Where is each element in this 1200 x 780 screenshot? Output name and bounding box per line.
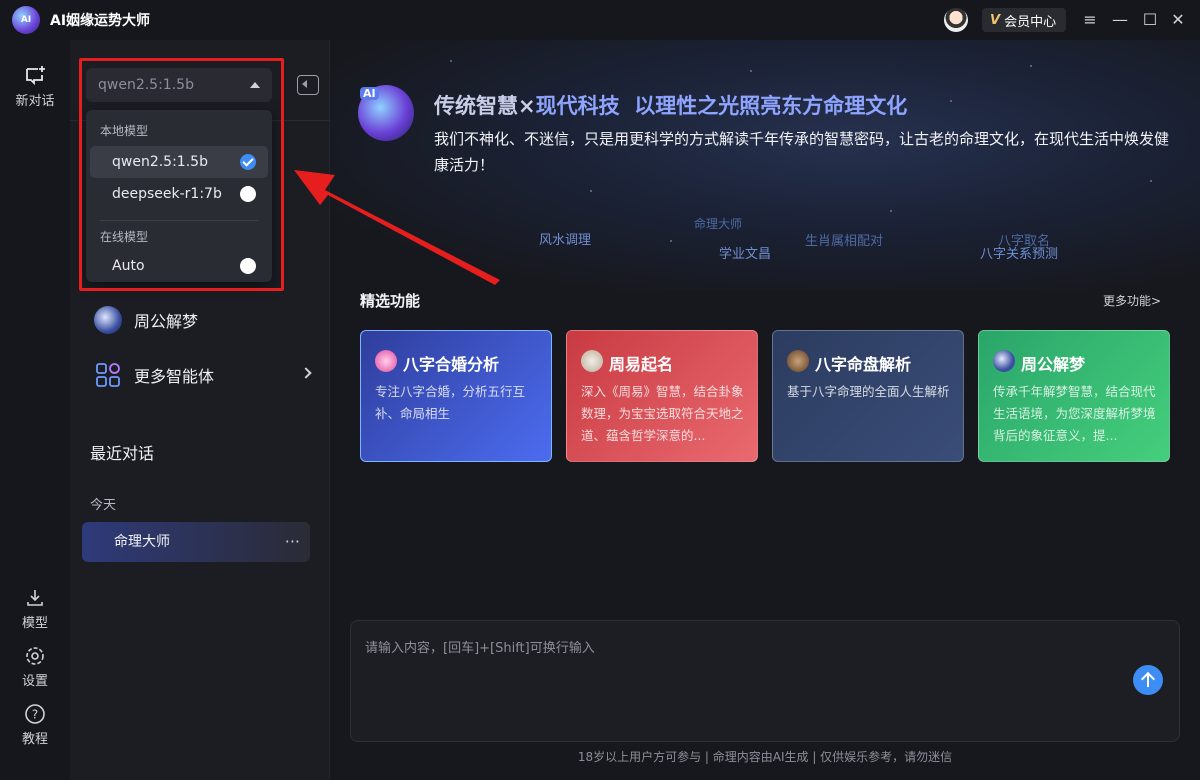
- hero-title: 传统智慧×现代科技 以理性之光照亮东方命理文化: [434, 90, 907, 120]
- features-title: 精选功能: [360, 292, 421, 310]
- chat-item-label: 命理大师: [114, 534, 170, 550]
- highlight-box: [79, 58, 284, 291]
- annotation-arrow-icon: [294, 170, 500, 285]
- hero-description: 我们不神化、不迷信，只是用更科学的方式解读千年传承的智慧密码，让古老的命理文化，…: [434, 130, 1170, 174]
- svg-text:?: ?: [32, 708, 38, 722]
- recent-chats-title: 最近对话: [90, 444, 155, 463]
- chat-input[interactable]: [365, 635, 1105, 661]
- feature-card-desc: 专注八字合婚，分析五行互补、命局相生: [375, 384, 526, 421]
- today-label: 今天: [90, 498, 117, 513]
- more-icon[interactable]: ···: [285, 522, 300, 562]
- minimize-icon[interactable]: —: [1110, 10, 1130, 30]
- apps-icon: [96, 363, 120, 387]
- sidebar-link-dream[interactable]: 周公解梦: [94, 305, 314, 335]
- close-icon[interactable]: ✕: [1168, 10, 1188, 30]
- vip-center-label: 会员中心: [1004, 14, 1057, 30]
- settings-nav-label: 设置: [21, 674, 48, 689]
- feature-card-naming[interactable]: 周易起名 深入《周易》智慧，结合卦象数理，为宝宝选取符合天地之道、蕴含哲学深意的…: [566, 330, 758, 462]
- hero-tag: 生肖属相配对: [805, 234, 884, 249]
- feature-card-marriage[interactable]: 八字合婚分析 专注八字合婚，分析五行互补、命局相生: [360, 330, 552, 462]
- sidebar-link-label: 周公解梦: [134, 312, 199, 331]
- feature-card-title: 八字合婚分析: [403, 355, 500, 374]
- hero-title-part2: 现代科技: [535, 94, 620, 118]
- hero-tag: 风水调理: [539, 233, 592, 248]
- feature-card-desc: 传承千年解梦智慧，结合现代生活语境，为您深度解析梦境背后的象征意义，提...: [993, 384, 1156, 443]
- new-chat-icon: [26, 66, 45, 86]
- more-features-link[interactable]: 更多功能>: [1103, 292, 1161, 309]
- footer-disclaimer: 18岁以上用户方可参与 | 命理内容由AI生成 | 仅供娱乐参考，请勿迷信: [577, 750, 953, 764]
- hero-title-part3: 以理性之光照亮东方命理文化: [634, 94, 908, 118]
- help-icon: ?: [25, 704, 45, 724]
- feature-card-desc: 基于八字命理的全面人生解析: [787, 384, 950, 399]
- moon-icon: [94, 306, 122, 334]
- download-icon: [27, 590, 43, 606]
- maximize-icon[interactable]: ☐: [1140, 10, 1160, 30]
- feature-card-title: 周公解梦: [1021, 355, 1086, 374]
- hero-title-sep: ×: [518, 94, 536, 118]
- yin-yang-logo-icon: AI: [358, 85, 414, 141]
- vip-center-button[interactable]: V 会员中心: [982, 8, 1066, 32]
- app-logo-icon: AI: [12, 6, 40, 34]
- chat-item[interactable]: 命理大师 ···: [82, 522, 310, 562]
- new-chat-button[interactable]: 新对话: [0, 64, 70, 109]
- settings-nav-button[interactable]: 设置: [0, 644, 70, 689]
- book-icon: [581, 350, 603, 372]
- compass-icon: [787, 350, 809, 372]
- hero-tag: 学业文昌: [719, 247, 772, 262]
- chevron-right-icon: [300, 367, 312, 379]
- vip-icon: V: [990, 12, 1001, 28]
- collapse-sidebar-icon[interactable]: [297, 75, 319, 95]
- left-rail: 新对话 模型 设置 ? 教程: [0, 40, 70, 780]
- menu-icon[interactable]: ≡: [1080, 10, 1100, 30]
- chat-input-box: [350, 620, 1180, 742]
- app-logo-text: AI: [20, 15, 32, 25]
- hero-tag: 八字关系预测: [980, 247, 1059, 262]
- send-button[interactable]: [1133, 665, 1163, 695]
- main-panel: AI 传统智慧×现代科技 以理性之光照亮东方命理文化 我们不神化、不迷信，只是用…: [330, 40, 1200, 780]
- heart-icon: [375, 350, 397, 372]
- feature-card-title: 八字命盘解析: [815, 355, 912, 374]
- hero-tag: 命理大师: [694, 217, 743, 231]
- tutorial-nav-button[interactable]: ? 教程: [0, 702, 70, 747]
- feature-card-title: 周易起名: [609, 355, 674, 374]
- sidebar-link-label: 更多智能体: [134, 367, 215, 386]
- feature-card-desc: 深入《周易》智慧，结合卦象数理，为宝宝选取符合天地之道、蕴含哲学深意的...: [581, 384, 744, 443]
- moon-icon: [993, 350, 1015, 372]
- feature-card-bazi[interactable]: 八字命盘解析 基于八字命理的全面人生解析: [772, 330, 964, 462]
- new-chat-label: 新对话: [15, 94, 55, 109]
- sidebar-link-more-agents[interactable]: 更多智能体: [94, 360, 314, 390]
- title-bar: AI AI姻缘运势大师 V 会员中心 ≡ — ☐ ✕: [0, 0, 1200, 40]
- model-nav-button[interactable]: 模型: [0, 586, 70, 631]
- hero-title-part1: 传统智慧: [434, 94, 518, 118]
- user-avatar[interactable]: [944, 8, 968, 32]
- app-title: AI姻缘运势大师: [50, 13, 151, 29]
- gear-icon: [26, 647, 44, 665]
- model-nav-label: 模型: [21, 616, 48, 631]
- hero-logo-text: AI: [360, 87, 379, 100]
- tutorial-nav-label: 教程: [21, 732, 48, 747]
- feature-card-dream[interactable]: 周公解梦 传承千年解梦智慧，结合现代生活语境，为您深度解析梦境背后的象征意义，提…: [978, 330, 1170, 462]
